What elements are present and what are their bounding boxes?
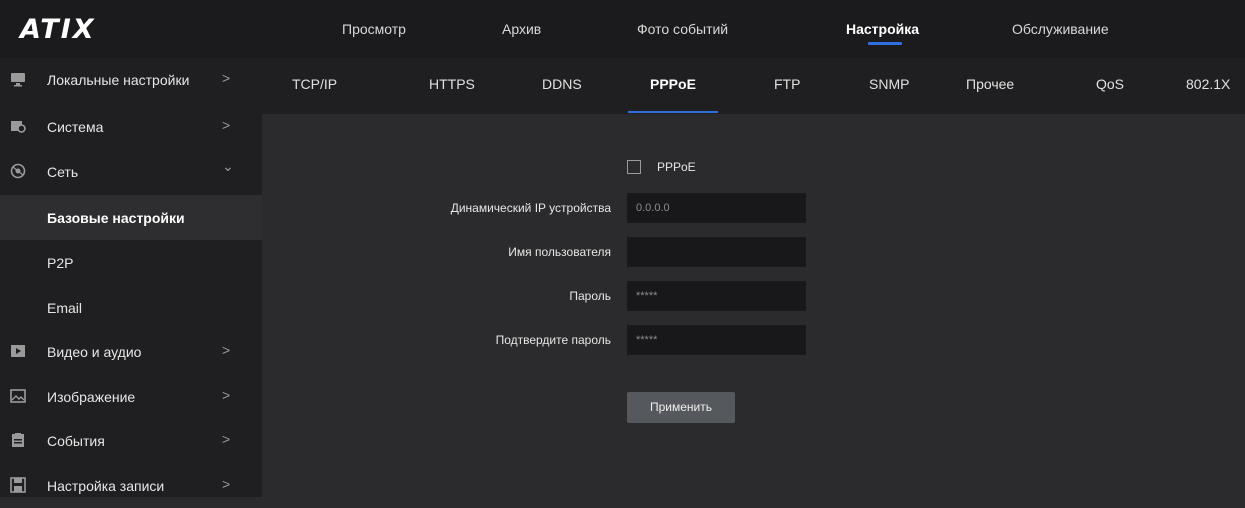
- chevron-right-icon: >: [222, 117, 231, 133]
- monitor-icon: [11, 73, 25, 87]
- password-label: Пароль: [569, 289, 611, 303]
- tab-tcpip[interactable]: TCP/IP: [292, 76, 337, 92]
- tab-snmp[interactable]: SNMP: [869, 76, 909, 92]
- sidebar-subitem-email[interactable]: Email: [0, 285, 262, 330]
- tab-ftp[interactable]: FTP: [774, 76, 800, 92]
- sidebar-item-label: События: [47, 433, 105, 449]
- tab-https[interactable]: HTTPS: [429, 76, 475, 92]
- top-nav-maintenance[interactable]: Обслуживание: [1012, 21, 1109, 37]
- sidebar-item-system[interactable]: Система >: [0, 105, 262, 149]
- sidebar-item-video-audio[interactable]: Видео и аудио >: [0, 330, 262, 374]
- chevron-down-icon: ⌄: [222, 158, 234, 174]
- tab-qos[interactable]: QoS: [1096, 76, 1124, 92]
- video-icon: [11, 345, 25, 357]
- brand-logo: ATIX: [20, 14, 96, 45]
- record-icon: [10, 477, 26, 493]
- sidebar-item-label: Видео и аудио: [47, 344, 142, 360]
- tab-active-indicator: [628, 111, 718, 113]
- system-icon: [11, 121, 26, 133]
- sidebar-item-label: Система: [47, 119, 104, 135]
- sidebar-subitem-label: Email: [47, 300, 83, 316]
- top-nav-settings[interactable]: Настройка: [846, 21, 919, 37]
- sidebar-item-network[interactable]: Сеть ⌄: [0, 150, 262, 194]
- pppoe-enable-checkbox[interactable]: [627, 160, 641, 174]
- sidebar-item-local-settings[interactable]: Локальные настройки >: [0, 58, 262, 102]
- top-nav: Просмотр Архив Фото событий Настройка Об…: [262, 0, 1245, 58]
- image-icon: [10, 389, 26, 403]
- chevron-right-icon: >: [222, 431, 231, 447]
- tab-pppoe[interactable]: PPPoE: [650, 76, 696, 92]
- tab-ddns[interactable]: DDNS: [542, 76, 582, 92]
- network-icon: [10, 163, 26, 179]
- sidebar-subitem-basic-settings[interactable]: Базовые настройки: [0, 195, 262, 240]
- chevron-right-icon: >: [222, 70, 231, 86]
- chevron-right-icon: >: [222, 476, 231, 492]
- apply-button[interactable]: Применить: [627, 392, 735, 423]
- sidebar: Локальные настройки > Система > Сеть ⌄ Б…: [0, 58, 262, 497]
- top-nav-event-photos[interactable]: Фото событий: [637, 21, 728, 37]
- sidebar-subitem-p2p[interactable]: P2P: [0, 240, 262, 285]
- chevron-right-icon: >: [222, 342, 231, 358]
- chevron-right-icon: >: [222, 387, 231, 403]
- tab-8021x[interactable]: 802.1X: [1186, 76, 1230, 92]
- top-nav-archive[interactable]: Архив: [502, 21, 541, 37]
- confirm-password-field[interactable]: *****: [627, 325, 806, 355]
- sidebar-item-record-settings[interactable]: Настройка записи >: [0, 464, 262, 508]
- top-bar: ATIX Просмотр Архив Фото событий Настрой…: [0, 0, 1245, 58]
- sidebar-item-label: Настройка записи: [47, 478, 165, 494]
- top-nav-view[interactable]: Просмотр: [342, 21, 406, 37]
- confirm-password-label: Подтвердите пароль: [495, 333, 611, 347]
- network-tabs: TCP/IP HTTPS DDNS PPPoE FTP SNMP Прочее …: [262, 58, 1245, 114]
- dynamic-ip-label: Динамический IP устройства: [450, 201, 611, 215]
- sidebar-item-label: Сеть: [47, 164, 79, 180]
- username-label: Имя пользователя: [508, 245, 611, 259]
- events-icon: [12, 433, 24, 447]
- sidebar-item-events[interactable]: События >: [0, 419, 262, 463]
- sidebar-subitem-label: P2P: [47, 255, 74, 271]
- tab-other[interactable]: Прочее: [966, 76, 1014, 92]
- pppoe-checkbox-label: PPPoE: [657, 160, 696, 174]
- sidebar-item-image[interactable]: Изображение >: [0, 375, 262, 419]
- top-nav-active-indicator: [868, 42, 902, 45]
- sidebar-item-label: Локальные настройки: [47, 72, 190, 88]
- sidebar-item-label: Изображение: [47, 389, 136, 405]
- dynamic-ip-field[interactable]: 0.0.0.0: [627, 193, 806, 223]
- password-field[interactable]: *****: [627, 281, 806, 311]
- sidebar-subitem-label: Базовые настройки: [47, 210, 185, 226]
- username-field[interactable]: [627, 237, 806, 267]
